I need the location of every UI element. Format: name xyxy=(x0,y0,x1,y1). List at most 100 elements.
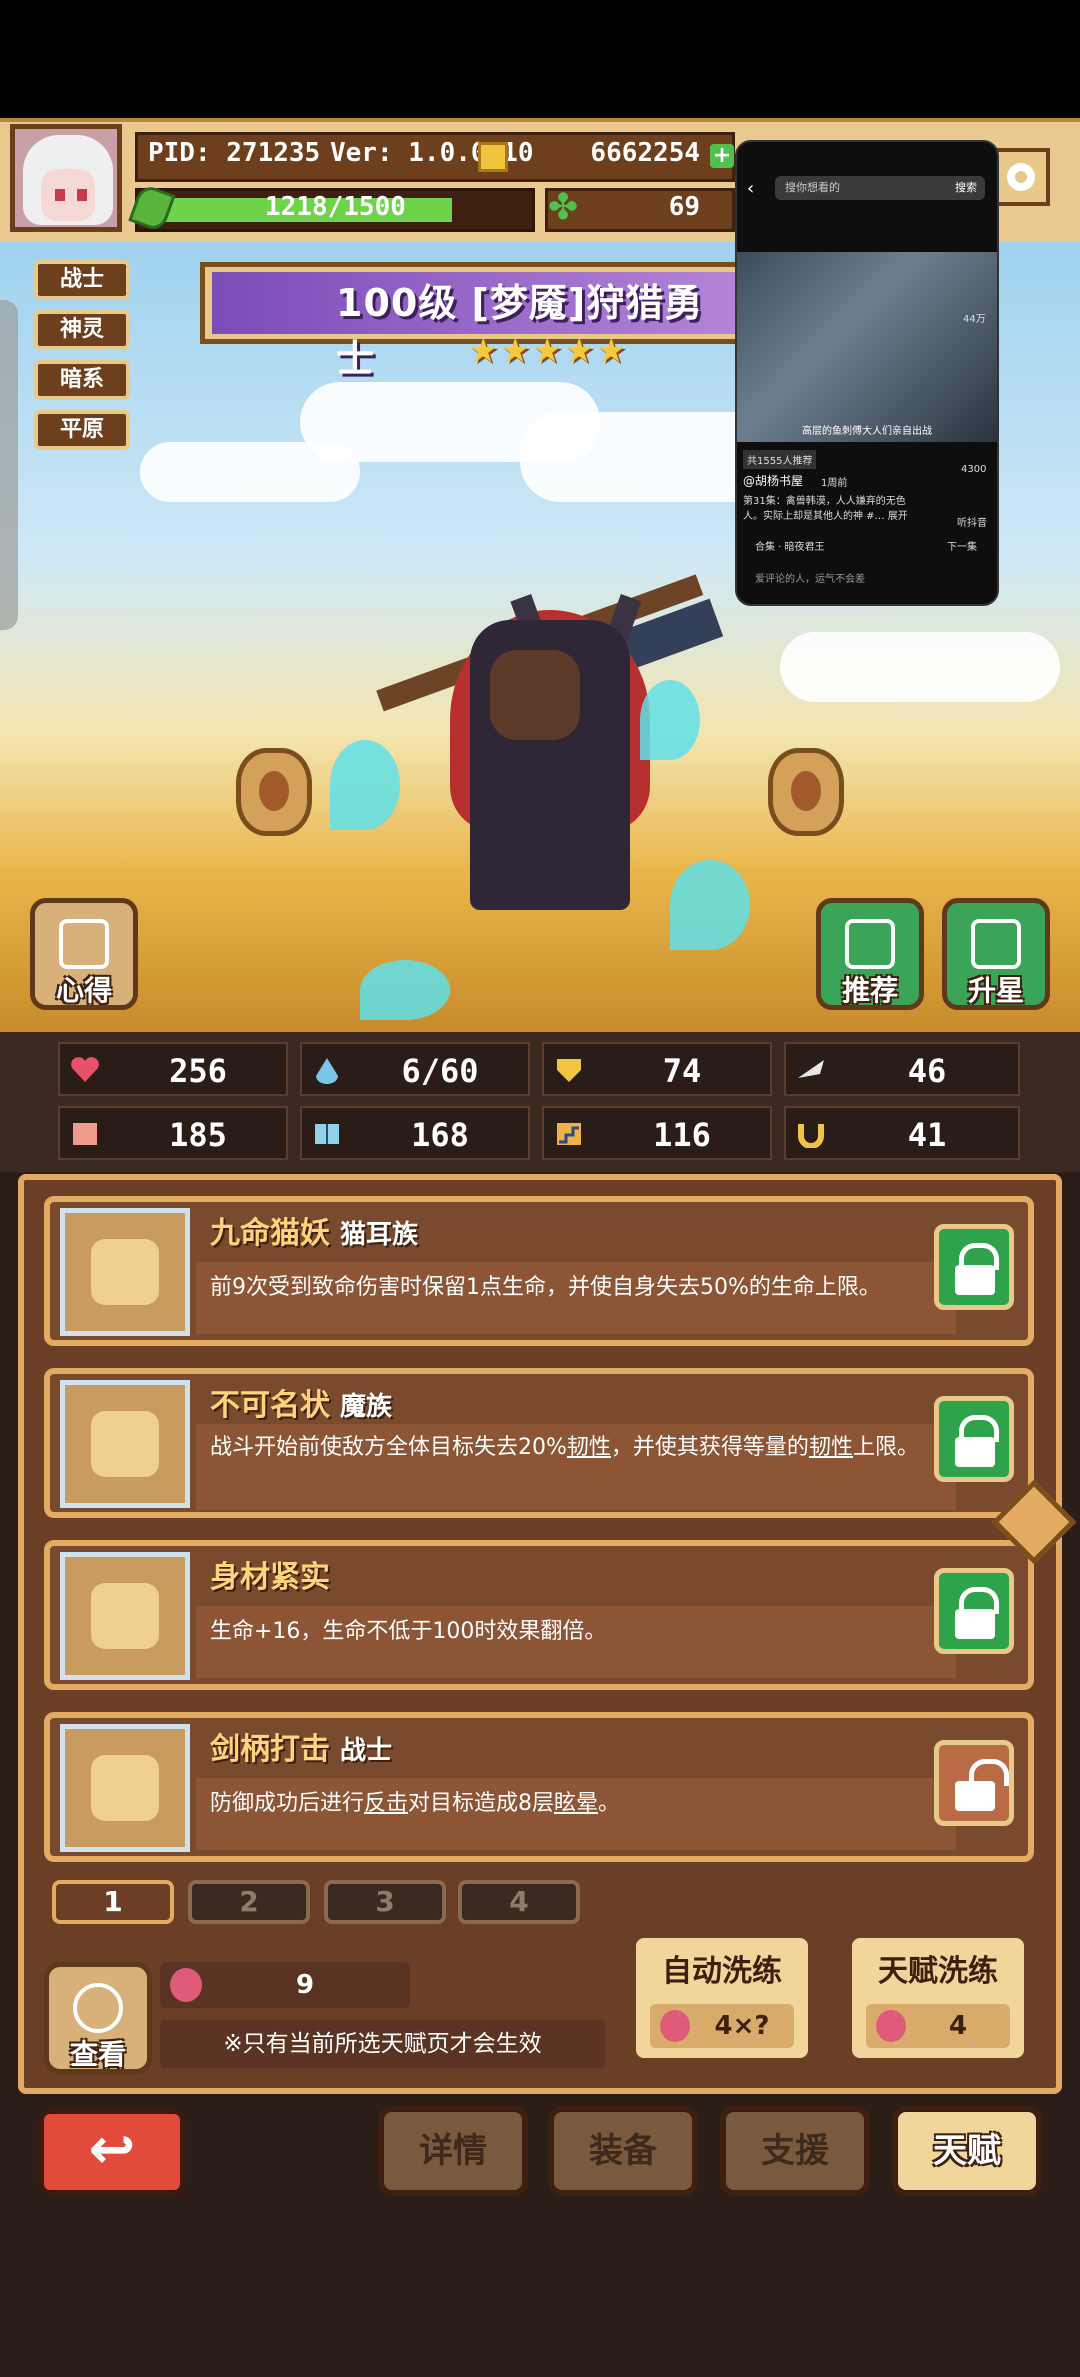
recommend-label: 推荐 xyxy=(841,974,898,1007)
clover-icon: ✤ xyxy=(548,187,579,228)
lock-button[interactable] xyxy=(934,1224,1014,1310)
settings-button[interactable] xyxy=(990,128,1052,228)
collection-link[interactable]: 合集 · 暗夜君王 xyxy=(755,538,825,553)
nav-equipment[interactable]: 装备 xyxy=(548,2106,698,2196)
tag-class: 战士 xyxy=(34,260,130,300)
stat-speed: 46 xyxy=(784,1042,1020,1096)
magnifier-icon xyxy=(73,1983,123,2033)
keyword-link[interactable]: 韧性 xyxy=(567,1435,611,1460)
video-player[interactable] xyxy=(737,252,997,442)
fruit-icon xyxy=(876,2010,906,2042)
stat-hp: 256 xyxy=(58,1042,288,1096)
next-episode-button[interactable]: 下一集 xyxy=(947,538,977,553)
search-placeholder: 搜你想看的 xyxy=(785,181,840,194)
tag-terrain: 平原 xyxy=(34,410,130,450)
insight-button[interactable]: 心得 xyxy=(30,898,138,1010)
auto-wash-cost: 4×? xyxy=(714,2011,770,2041)
side-drawer-handle[interactable] xyxy=(0,300,18,630)
drop-icon xyxy=(312,1056,342,1084)
lock-button[interactable] xyxy=(934,1396,1014,1482)
nav-details[interactable]: 详情 xyxy=(378,2106,528,2196)
video-time: 1周前 xyxy=(821,478,848,489)
talent-card[interactable]: 九命猫妖 猫耳族 前9次受到致命伤害时保留1点生命，并使自身失去50%的生命上限。 xyxy=(44,1196,1034,1346)
video-description: 第31集：禽兽韩漠，人人嫌弃的无色人。实际上却是其他人的神 #… 展开 xyxy=(743,496,908,522)
video-author[interactable]: @胡杨书屋 xyxy=(743,472,803,489)
keyword-link[interactable]: 韧性 xyxy=(809,1435,853,1460)
fist-icon xyxy=(70,1120,100,1148)
talent-card[interactable]: 不可名状 魔族 战斗开始前使敌方全体目标失去20%韧性，并使其获得等量的韧性上限。 xyxy=(44,1368,1034,1518)
avatar[interactable] xyxy=(10,124,122,232)
clover-count: 69 xyxy=(668,192,700,222)
talent-name: 九命猫妖 xyxy=(210,1216,330,1251)
stat-resistance: 116 xyxy=(542,1106,772,1160)
view-label: 查看 xyxy=(69,2038,126,2071)
hero-face xyxy=(490,650,580,740)
talent-card[interactable]: 剑柄打击 战士 防御成功后进行反击对目标造成8层眩晕。 xyxy=(44,1712,1034,1862)
insight-label: 心得 xyxy=(55,974,112,1007)
thumbs-up-icon xyxy=(845,919,895,969)
tag-race: 神灵 xyxy=(34,310,130,350)
stat-value: 168 xyxy=(411,1116,469,1154)
search-button[interactable]: 搜索 xyxy=(955,176,977,200)
star-up-button[interactable]: 升星 xyxy=(942,898,1050,1010)
stat-attack: 185 xyxy=(58,1106,288,1160)
talent-wash-button[interactable]: 天赋洗练 4 xyxy=(846,1932,1030,2064)
page-note: ※只有当前所选天赋页才会生效 xyxy=(223,2031,542,2057)
shield-emblem-icon xyxy=(60,1724,190,1852)
talent-name: 身材紧实 xyxy=(210,1560,330,1595)
tab-page-3[interactable]: 3 xyxy=(324,1880,446,1924)
stat-value: 41 xyxy=(907,1116,947,1154)
wing-icon xyxy=(796,1056,826,1084)
tab-page-4[interactable]: 4 xyxy=(458,1880,580,1924)
left-rune-badge[interactable] xyxy=(236,748,312,836)
auto-wash-label: 自动洗练 xyxy=(662,1954,782,1989)
back-icon[interactable]: ‹ xyxy=(747,178,754,199)
stat-value: 185 xyxy=(169,1116,227,1154)
keyword-link[interactable]: 眩晕 xyxy=(554,1791,598,1816)
recommend-button[interactable]: 推荐 xyxy=(816,898,924,1010)
stat-value: 46 xyxy=(907,1052,947,1090)
tag-element: 暗系 xyxy=(34,360,130,400)
stat-mana: 6/60 xyxy=(300,1042,530,1096)
like-count[interactable]: 44万 xyxy=(963,310,986,325)
talent-description: 防御成功后进行反击对目标造成8层眩晕。 xyxy=(196,1778,956,1850)
keyword-link[interactable]: 反击 xyxy=(364,1791,408,1816)
listen-button[interactable]: 听抖音 xyxy=(957,514,987,529)
auto-wash-button[interactable]: 自动洗练 4×? xyxy=(630,1932,814,2064)
talent-card[interactable]: 身材紧实 生命+16，生命不低于100时效果翻倍。 xyxy=(44,1540,1034,1690)
heart-icon xyxy=(70,1056,100,1084)
fruit-icon xyxy=(660,2010,690,2042)
star-icon: ★ xyxy=(468,331,499,371)
video-caption: 高层的鱼刺傅大人们亲自出战 xyxy=(802,426,932,437)
stat-defense: 74 xyxy=(542,1042,772,1096)
spirit-flame xyxy=(360,960,450,1020)
add-coins-button[interactable]: + xyxy=(710,144,734,168)
spirit-flame xyxy=(640,680,700,760)
talent-race: 战士 xyxy=(340,1736,393,1766)
star-icon: ★ xyxy=(500,331,531,371)
view-button[interactable]: 查看 xyxy=(44,1962,152,2074)
tab-page-2[interactable]: 2 xyxy=(188,1880,310,1924)
nav-talent[interactable]: 天赋 xyxy=(892,2106,1042,2196)
stat-magic: 168 xyxy=(300,1106,530,1160)
recommend-tag: 共1555人推荐 xyxy=(743,450,817,469)
nav-support[interactable]: 支援 xyxy=(720,2106,870,2196)
floating-video-window[interactable]: ‹ 搜你想看的 搜索 高层的鱼刺傅大人们亲自出战 44万 4300 共1555人… xyxy=(735,140,999,606)
demon-icon xyxy=(60,1380,190,1508)
hero-title: 100级 [梦魇]狩猎勇士 xyxy=(336,281,704,381)
unlock-button[interactable] xyxy=(934,1740,1014,1826)
talent-description: 生命+16，生命不低于100时效果翻倍。 xyxy=(196,1606,956,1678)
lock-button[interactable] xyxy=(934,1568,1014,1654)
back-button[interactable]: ↩ xyxy=(38,2108,186,2196)
share-count[interactable]: 4300 xyxy=(961,464,986,475)
star-icon: ★ xyxy=(596,331,627,371)
talent-name: 不可名状 xyxy=(210,1388,330,1423)
talent-wash-cost: 4 xyxy=(948,2011,968,2041)
talent-race: 猫耳族 xyxy=(340,1220,419,1250)
comment-input[interactable]: 爱评论的人，运气不会差 xyxy=(755,570,865,585)
stat-luck: 41 xyxy=(784,1106,1020,1160)
tab-page-1[interactable]: 1 xyxy=(52,1880,174,1924)
coin-icon xyxy=(478,142,508,172)
search-input[interactable]: 搜你想看的 搜索 xyxy=(775,176,985,200)
right-rune-badge[interactable] xyxy=(768,748,844,836)
